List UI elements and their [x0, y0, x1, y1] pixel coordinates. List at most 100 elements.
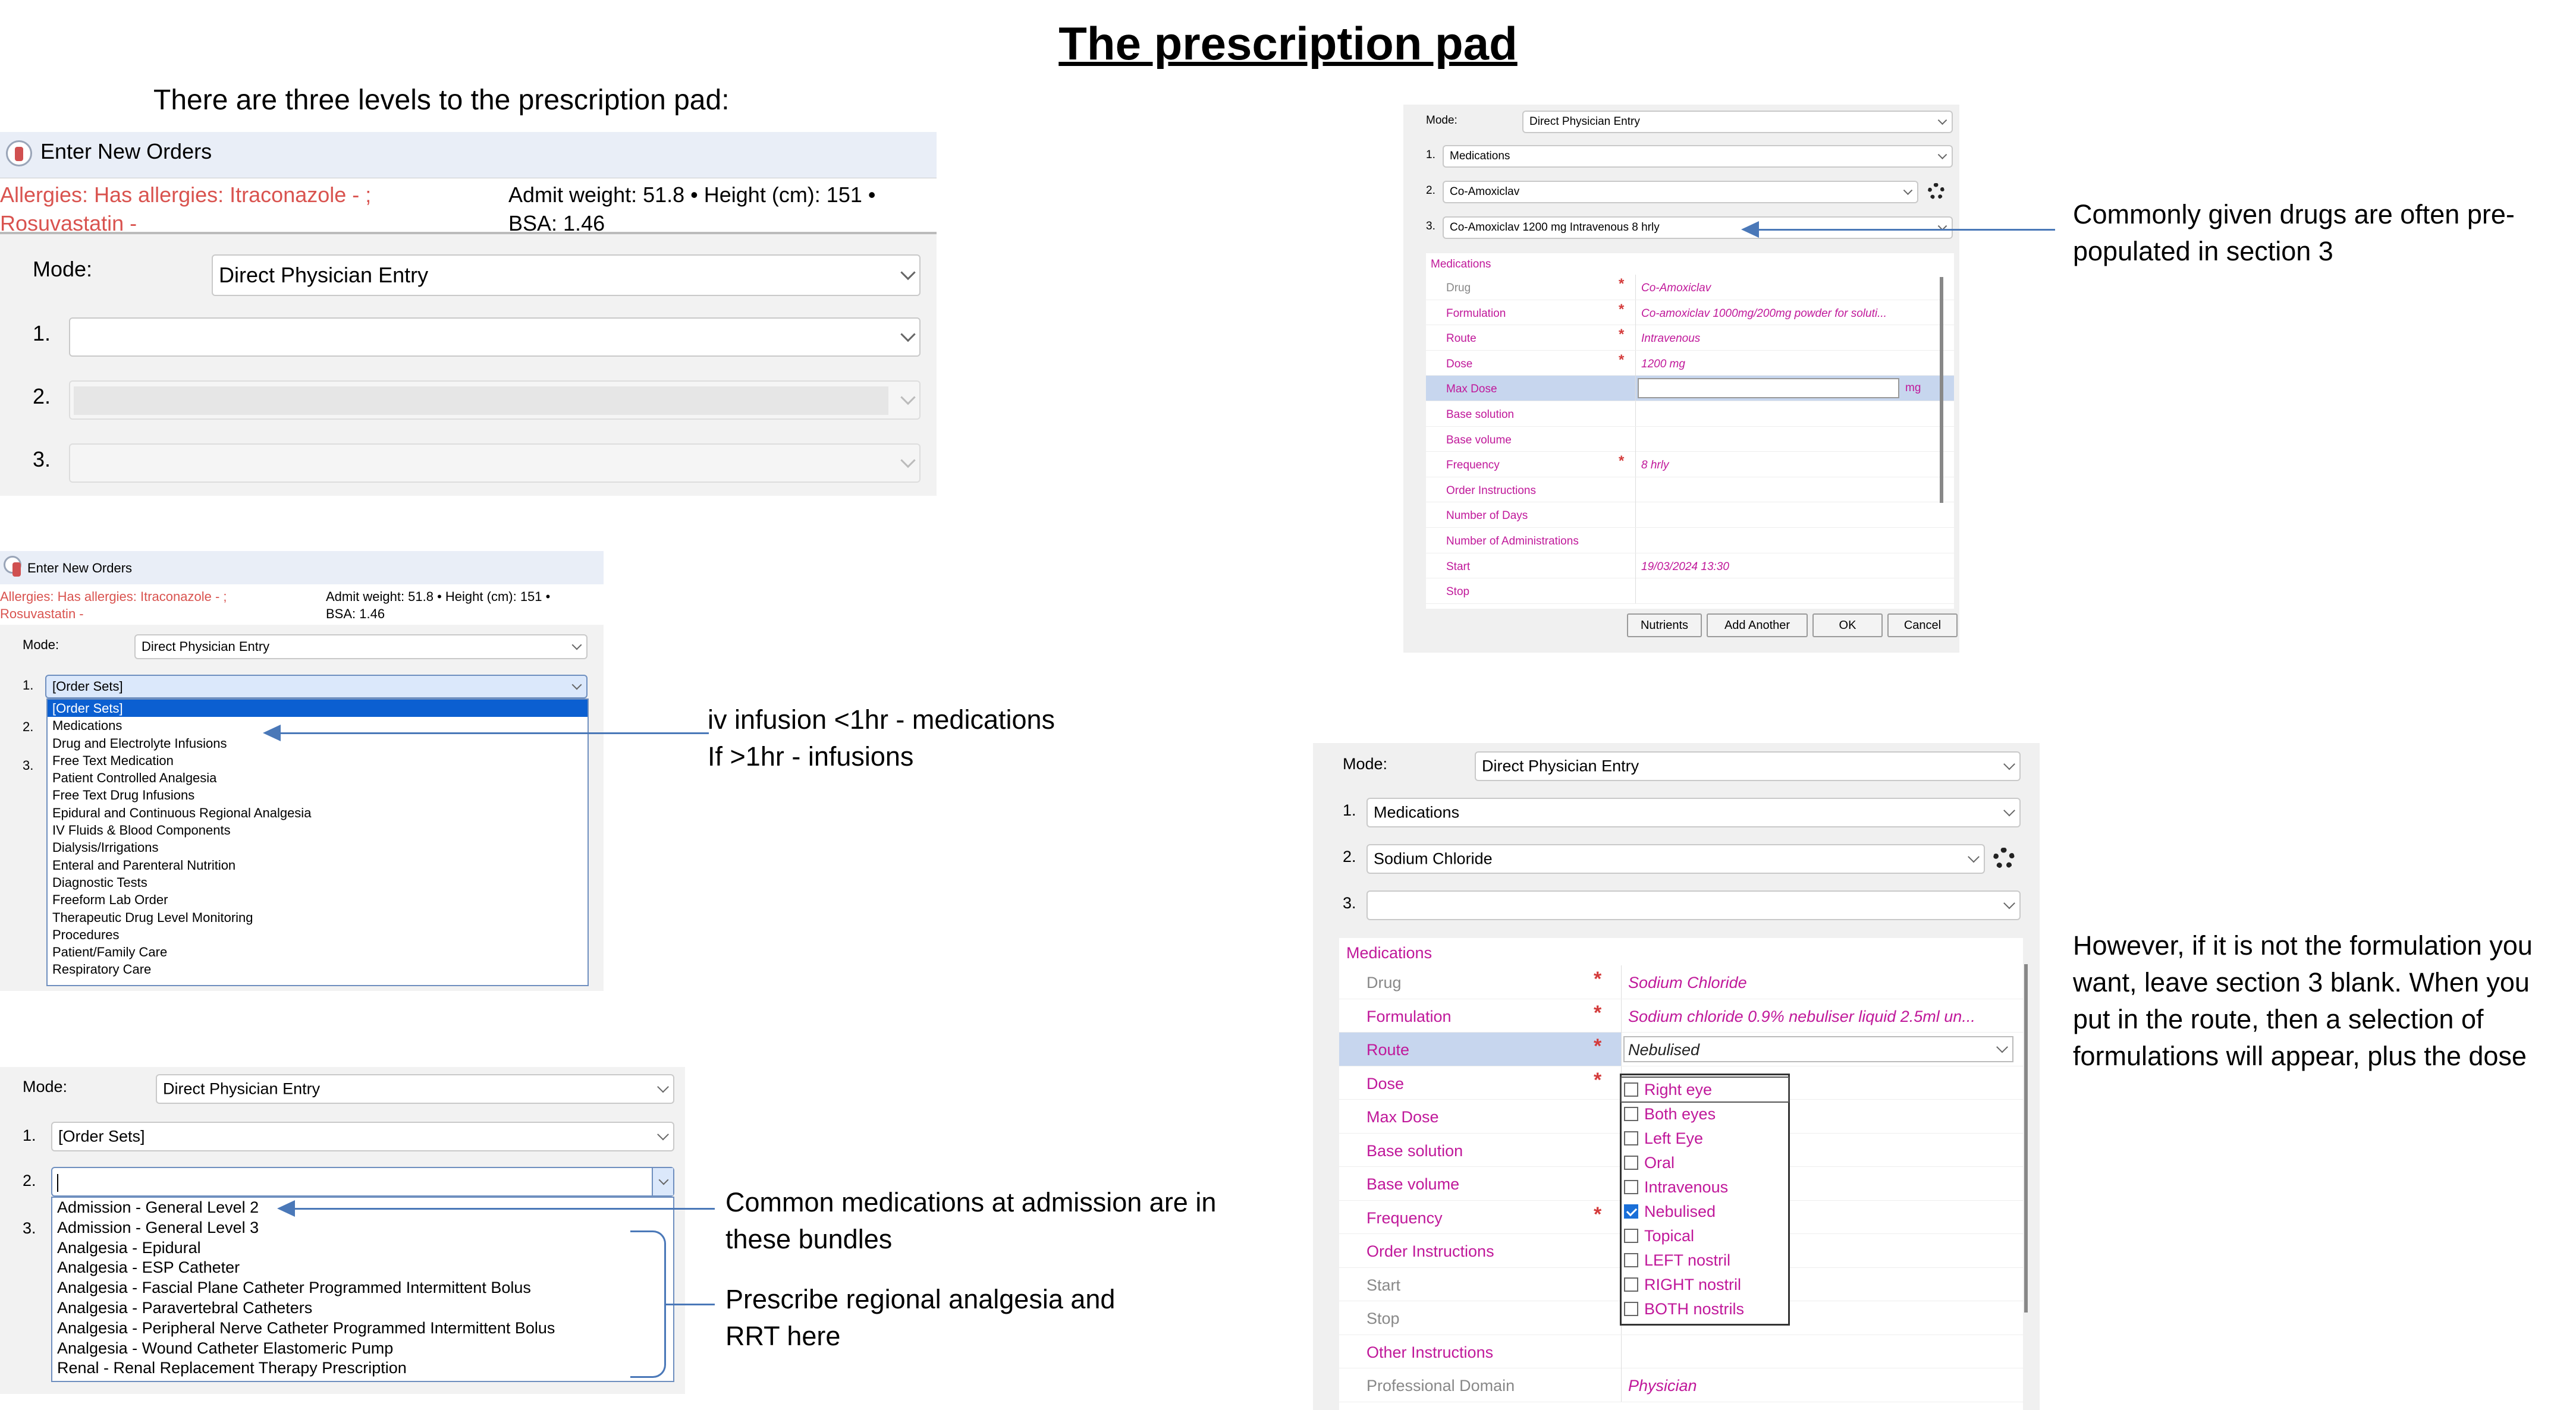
property-value[interactable]: Co-amoxiclav 1000mg/200mg powder for sol…: [1641, 307, 1887, 320]
list-item[interactable]: Freeform Lab Order: [48, 891, 588, 908]
route-option[interactable]: Left Eye: [1622, 1126, 1788, 1150]
property-row[interactable]: Route * Nebulised: [1339, 1033, 2023, 1066]
route-option[interactable]: Right eye: [1620, 1077, 1789, 1103]
list-item[interactable]: Enteral and Parenteral Nutrition: [48, 857, 588, 874]
list-item[interactable]: Analgesia - Fascial Plane Catheter Progr…: [52, 1278, 673, 1298]
route-options-popup[interactable]: Right eye Both eyes Left Eye Oral Intravenou…: [1620, 1074, 1790, 1326]
route-option[interactable]: BOTH nostrils: [1622, 1297, 1788, 1321]
property-row[interactable]: Formulation * Co-amoxiclav 1000mg/200mg po…: [1426, 300, 1954, 326]
scrollbar[interactable]: [1940, 277, 1943, 503]
list-item[interactable]: Patient/Family Care: [48, 943, 588, 961]
property-row[interactable]: Drug * Sodium Chloride: [1339, 965, 2023, 999]
list-item[interactable]: Admission - General Level 3: [52, 1218, 673, 1238]
list-item[interactable]: Therapeutic Drug Level Monitoring: [48, 909, 588, 926]
checkbox[interactable]: [1624, 1180, 1638, 1194]
property-row[interactable]: Drug * Co-Amoxiclav: [1426, 275, 1954, 300]
level-3-select[interactable]: Co-Amoxiclav 1200 mg Intravenous 8 hrly: [1443, 216, 1953, 239]
level-1-select[interactable]: [Order Sets]: [51, 1122, 674, 1151]
list-item[interactable]: Respiratory Care: [48, 961, 588, 978]
mode-select[interactable]: Direct Physician Entry: [156, 1074, 674, 1104]
checkbox[interactable]: [1624, 1131, 1638, 1145]
route-select[interactable]: Nebulised: [1623, 1036, 2013, 1062]
route-option[interactable]: RIGHT nostril: [1622, 1273, 1788, 1296]
property-value[interactable]: 8 hrly: [1641, 459, 1669, 472]
level-3-select[interactable]: [69, 443, 921, 483]
checkbox[interactable]: [1624, 1229, 1638, 1243]
max-dose-input[interactable]: [1638, 378, 1899, 399]
property-value[interactable]: 1200 mg: [1641, 358, 1685, 371]
property-row[interactable]: Number of Days: [1426, 502, 1954, 528]
mode-select[interactable]: Direct Physician Entry: [134, 634, 588, 659]
checkbox[interactable]: [1624, 1107, 1638, 1121]
add-another-button[interactable]: Add Another: [1707, 613, 1808, 637]
level-3-select[interactable]: [1366, 890, 2021, 920]
list-item[interactable]: Patient Controlled Analgesia: [48, 769, 588, 786]
level-1-select[interactable]: Medications: [1366, 798, 2021, 827]
list-item[interactable]: Analgesia - Peripheral Nerve Catheter Pr…: [52, 1318, 673, 1339]
list-item[interactable]: Dialysis/Irrigations: [48, 839, 588, 856]
nutrients-button[interactable]: Nutrients: [1627, 613, 1702, 637]
property-value[interactable]: Intravenous: [1641, 332, 1700, 345]
list-item[interactable]: Renal - Renal Replacement Therapy Prescr…: [52, 1358, 673, 1378]
level-2-select[interactable]: [69, 380, 921, 420]
mode-select[interactable]: Direct Physician Entry: [1522, 111, 1953, 133]
checkbox[interactable]: [1624, 1156, 1638, 1170]
list-item[interactable]: Analgesia - Epidural: [52, 1238, 673, 1258]
property-row[interactable]: Professional Domain Physician: [1339, 1368, 2023, 1402]
gear-icon[interactable]: [1928, 183, 1944, 200]
property-row[interactable]: Base volume: [1426, 426, 1954, 452]
level-2-select[interactable]: Sodium Chloride: [1366, 844, 1985, 874]
level-1-select[interactable]: [Order Sets]: [45, 675, 588, 698]
property-value[interactable]: Co-Amoxiclav: [1641, 282, 1711, 295]
property-value[interactable]: 19/03/2024 13:30: [1641, 561, 1729, 574]
dropdown-button[interactable]: [652, 1168, 673, 1195]
order-type-dropdown-list[interactable]: [Order Sets] Medications Drug and Electrol…: [46, 698, 589, 986]
route-option[interactable]: LEFT nostril: [1622, 1248, 1788, 1272]
property-row[interactable]: Frequency * 8 hrly: [1426, 452, 1954, 477]
property-row[interactable]: Start 19/03/2024 13:30: [1426, 553, 1954, 579]
property-row[interactable]: Number of Administrations: [1426, 528, 1954, 553]
route-option[interactable]: Nebulised: [1622, 1200, 1788, 1223]
property-row[interactable]: Route * Intravenous: [1426, 325, 1954, 351]
list-item[interactable]: Analgesia - ESP Catheter: [52, 1258, 673, 1278]
order-set-dropdown-list[interactable]: Admission - General Level 2 Admission - G…: [51, 1197, 674, 1382]
checkbox[interactable]: [1624, 1082, 1638, 1097]
list-item[interactable]: Free Text Medication: [48, 752, 588, 769]
checkbox[interactable]: [1624, 1302, 1638, 1316]
list-item[interactable]: Analgesia - Wound Catheter Elastomeric P…: [52, 1339, 673, 1359]
property-value[interactable]: Sodium Chloride: [1628, 974, 1747, 992]
list-item[interactable]: Diagnostic Tests: [48, 874, 588, 891]
gear-icon[interactable]: [1993, 848, 2015, 869]
list-item[interactable]: Epidural and Continuous Regional Analges…: [48, 804, 588, 822]
level-1-select[interactable]: Medications: [1443, 145, 1953, 168]
level-2-select[interactable]: [51, 1167, 674, 1197]
route-option[interactable]: Intravenous: [1622, 1175, 1788, 1199]
checkbox[interactable]: [1624, 1204, 1638, 1219]
mode-select[interactable]: Direct Physician Entry: [212, 254, 921, 296]
mode-select[interactable]: Direct Physician Entry: [1475, 751, 2021, 781]
property-row[interactable]: Other Instructions: [1339, 1335, 2023, 1368]
scrollbar[interactable]: [2024, 964, 2028, 1313]
route-option[interactable]: Oral: [1622, 1151, 1788, 1175]
cancel-button[interactable]: Cancel: [1887, 613, 1958, 637]
list-item[interactable]: Free Text Drug Infusions: [48, 786, 588, 804]
property-row[interactable]: Dose * 1200 mg: [1426, 350, 1954, 376]
property-row[interactable]: Formulation * Sodium chloride 0.9% nebulis…: [1339, 999, 2023, 1033]
list-item[interactable]: Drug and Electrolyte Infusions: [48, 735, 588, 752]
checkbox[interactable]: [1624, 1253, 1638, 1267]
property-row[interactable]: Stop: [1426, 578, 1954, 604]
list-item[interactable]: Analgesia - Paravertebral Catheters: [52, 1298, 673, 1318]
level-1-select[interactable]: [69, 317, 921, 357]
property-row[interactable]: Max Dose mg: [1426, 376, 1954, 401]
property-value[interactable]: Sodium chloride 0.9% nebuliser liquid 2.…: [1628, 1008, 1975, 1026]
route-option[interactable]: Topical: [1622, 1224, 1788, 1248]
ok-button[interactable]: OK: [1812, 613, 1883, 637]
level-2-select[interactable]: Co-Amoxiclav: [1443, 181, 1918, 203]
list-item[interactable]: IV Fluids & Blood Components: [48, 822, 588, 839]
property-row[interactable]: Order Instructions: [1426, 477, 1954, 503]
property-value[interactable]: Physician: [1628, 1377, 1697, 1395]
route-option[interactable]: Both eyes: [1622, 1102, 1788, 1126]
list-item[interactable]: [Order Sets]: [48, 700, 588, 717]
checkbox[interactable]: [1624, 1277, 1638, 1292]
list-item[interactable]: Procedures: [48, 926, 588, 943]
